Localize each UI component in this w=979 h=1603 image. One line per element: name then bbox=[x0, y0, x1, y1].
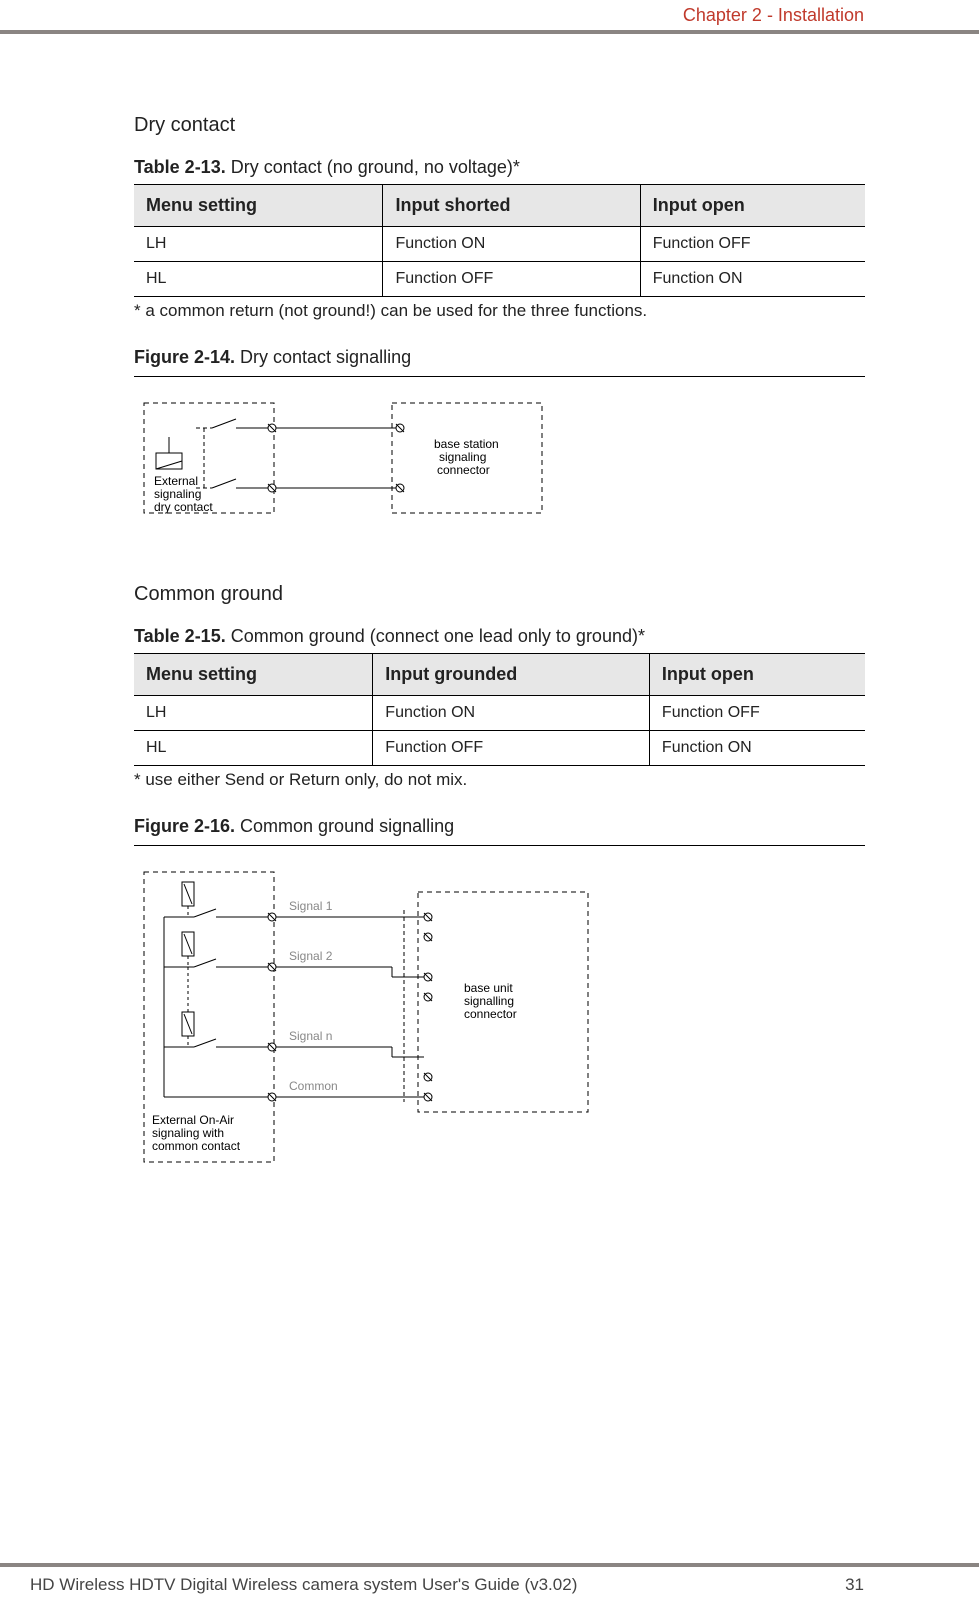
section-heading-common-ground: Common ground bbox=[134, 583, 865, 606]
cell: HL bbox=[134, 731, 373, 766]
figure-title: Dry contact signalling bbox=[235, 347, 411, 367]
th-menu-setting: Menu setting bbox=[134, 654, 373, 696]
label-signal-2: Signal 2 bbox=[289, 949, 333, 963]
table-row: LH Function ON Function OFF bbox=[134, 227, 865, 262]
figure-title: Common ground signalling bbox=[235, 816, 454, 836]
footer-doc-title: HD Wireless HDTV Digital Wireless camera… bbox=[30, 1575, 577, 1595]
table-row: HL Function OFF Function ON bbox=[134, 262, 865, 297]
cell: Function ON bbox=[640, 262, 865, 297]
page-header: Chapter 2 - Installation bbox=[0, 0, 979, 34]
table-number: Table 2-13. bbox=[134, 157, 226, 177]
label-common: Common bbox=[289, 1079, 338, 1093]
label-base-unit: base unit signalling connector bbox=[464, 981, 517, 1021]
th-menu-setting: Menu setting bbox=[134, 185, 383, 227]
table-row: HL Function OFF Function ON bbox=[134, 731, 865, 766]
figure-number: Figure 2-14. bbox=[134, 347, 235, 367]
th-input-shorted: Input shorted bbox=[383, 185, 640, 227]
page-content: Dry contact Table 2-13. Dry contact (no … bbox=[0, 34, 979, 1182]
table-caption-2-15: Table 2-15. Common ground (connect one l… bbox=[134, 626, 865, 647]
label-signal-n: Signal n bbox=[289, 1029, 332, 1043]
cell: HL bbox=[134, 262, 383, 297]
cell: Function OFF bbox=[373, 731, 650, 766]
cell: Function ON bbox=[649, 731, 865, 766]
cell: Function OFF bbox=[640, 227, 865, 262]
table-caption-2-13: Table 2-13. Dry contact (no ground, no v… bbox=[134, 157, 865, 178]
table-title: Common ground (connect one lead only to … bbox=[226, 626, 645, 646]
table-common-ground: Menu setting Input grounded Input open L… bbox=[134, 653, 865, 766]
th-input-grounded: Input grounded bbox=[373, 654, 650, 696]
label-external-onair: External On-Air signaling with common co… bbox=[152, 1113, 241, 1153]
cell: LH bbox=[134, 227, 383, 262]
label-base-station: base stationsignalingconnector bbox=[434, 437, 499, 477]
common-ground-diagram: Signal 1 Signal 2 Signal n Common Extern… bbox=[134, 862, 614, 1182]
table-header-row: Menu setting Input shorted Input open bbox=[134, 185, 865, 227]
figure-caption-2-14: Figure 2-14. Dry contact signalling bbox=[134, 347, 865, 368]
page-footer: HD Wireless HDTV Digital Wireless camera… bbox=[0, 1563, 979, 1603]
dry-contact-diagram: Externalsignalingdry contact base statio… bbox=[134, 393, 554, 533]
section-heading-dry-contact: Dry contact bbox=[134, 114, 865, 137]
th-input-open: Input open bbox=[649, 654, 865, 696]
cell: LH bbox=[134, 696, 373, 731]
figure-number: Figure 2-16. bbox=[134, 816, 235, 836]
table-row: LH Function ON Function OFF bbox=[134, 696, 865, 731]
table-number: Table 2-15. bbox=[134, 626, 226, 646]
footer-page-number: 31 bbox=[845, 1575, 864, 1595]
label-signal-1: Signal 1 bbox=[289, 899, 333, 913]
table-dry-contact: Menu setting Input shorted Input open LH… bbox=[134, 184, 865, 297]
table-footnote: * use either Send or Return only, do not… bbox=[134, 770, 865, 790]
figure-dry-contact: Externalsignalingdry contact base statio… bbox=[134, 393, 865, 533]
th-input-open: Input open bbox=[640, 185, 865, 227]
figure-common-ground: Signal 1 Signal 2 Signal n Common Extern… bbox=[134, 862, 865, 1182]
table-header-row: Menu setting Input grounded Input open bbox=[134, 654, 865, 696]
chapter-title: Chapter 2 - Installation bbox=[683, 5, 864, 26]
cell: Function OFF bbox=[649, 696, 865, 731]
table-title: Dry contact (no ground, no voltage)* bbox=[226, 157, 520, 177]
cell: Function OFF bbox=[383, 262, 640, 297]
figure-caption-2-16: Figure 2-16. Common ground signalling bbox=[134, 816, 865, 837]
figure-rule bbox=[134, 376, 865, 377]
figure-rule bbox=[134, 845, 865, 846]
table-footnote: * a common return (not ground!) can be u… bbox=[134, 301, 865, 321]
cell: Function ON bbox=[383, 227, 640, 262]
cell: Function ON bbox=[373, 696, 650, 731]
